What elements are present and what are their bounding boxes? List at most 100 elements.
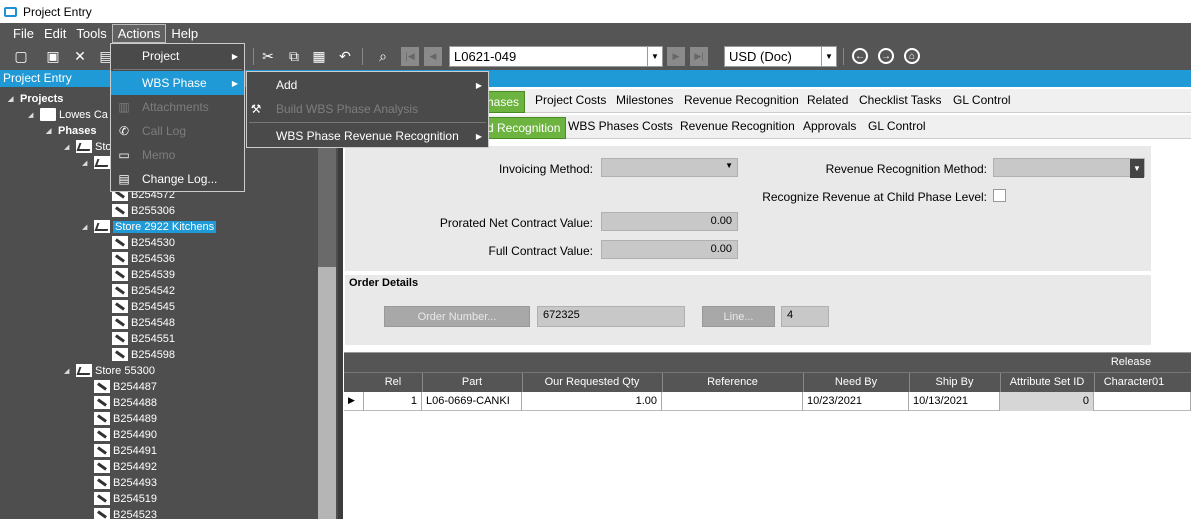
save-icon[interactable]: ▣ bbox=[44, 47, 62, 65]
last-record-icon[interactable]: ▶| bbox=[690, 47, 708, 66]
tab-gl-control[interactable]: GL Control bbox=[953, 93, 1011, 107]
menu-edit[interactable]: Edit bbox=[39, 25, 71, 42]
cell-ship-by[interactable]: 10/13/2021 bbox=[909, 392, 1000, 411]
prorated-value-field[interactable]: 0.00 bbox=[601, 212, 738, 231]
menu-tools[interactable]: Tools bbox=[71, 25, 111, 42]
order-number-field[interactable]: 672325 bbox=[537, 306, 685, 327]
tree-node-store2[interactable]: ◢ Store 2922 Kitchens bbox=[82, 219, 217, 234]
order-number-button[interactable]: Order Number... bbox=[384, 306, 530, 327]
tree-item[interactable]: B254488 bbox=[94, 395, 157, 410]
invoicing-method-dropdown[interactable]: ▼ bbox=[601, 158, 738, 177]
cut-icon[interactable]: ✂ bbox=[259, 47, 277, 65]
tree-item[interactable]: B254539 bbox=[112, 267, 175, 282]
tree-item[interactable]: B254598 bbox=[112, 347, 175, 362]
tree-item[interactable]: B254493 bbox=[94, 475, 157, 490]
col-rel[interactable]: Rel bbox=[364, 376, 422, 388]
menu-file[interactable]: File bbox=[8, 25, 39, 42]
wrench-icon bbox=[112, 252, 128, 265]
forward-icon[interactable]: → bbox=[878, 48, 894, 64]
tab-milestones[interactable]: Milestones bbox=[616, 93, 673, 107]
wrench-icon bbox=[94, 508, 110, 519]
menu-item-wbs-rev-rec[interactable]: WBS Phase Revenue Recognition ▶ bbox=[247, 124, 488, 148]
cell-reference[interactable] bbox=[662, 392, 803, 411]
tab-revenue-recognition[interactable]: Revenue Recognition bbox=[684, 93, 799, 107]
tree-item[interactable]: B254530 bbox=[112, 235, 175, 250]
cell-part[interactable]: L06-0669-CANKI bbox=[422, 392, 522, 411]
tree-item[interactable]: B254523 bbox=[94, 507, 157, 519]
tree-item[interactable]: B255306 bbox=[112, 203, 175, 218]
currency-selector[interactable]: USD (Doc) ▼ bbox=[724, 46, 837, 67]
tree-item[interactable]: B254545 bbox=[112, 299, 175, 314]
back-icon[interactable]: ← bbox=[852, 48, 868, 64]
col-ship-by[interactable]: Ship By bbox=[909, 376, 1000, 388]
tree-item[interactable]: B254487 bbox=[94, 379, 157, 394]
scrollbar-thumb[interactable] bbox=[318, 267, 336, 519]
full-contract-field[interactable]: 0.00 bbox=[601, 240, 738, 259]
tree-item[interactable]: B254542 bbox=[112, 283, 175, 298]
tab-checklist-tasks[interactable]: Checklist Tasks bbox=[859, 93, 941, 107]
tree-node-phases[interactable]: ◢ Phases bbox=[46, 123, 97, 138]
cell-rel[interactable]: 1 bbox=[364, 392, 422, 411]
copy-icon[interactable]: ⧉ bbox=[285, 47, 303, 65]
menu-item-build-wbs[interactable]: ⚒ Build WBS Phase Analysis bbox=[247, 97, 488, 121]
delete-icon[interactable]: ✕ bbox=[71, 47, 89, 65]
menu-item-memo[interactable]: ▭ Memo bbox=[111, 143, 244, 167]
line-field[interactable]: 4 bbox=[781, 306, 829, 327]
chevron-down-icon[interactable]: ▼ bbox=[647, 47, 662, 66]
tab-rev-recognition[interactable]: d Recognition bbox=[481, 117, 567, 139]
tab-related[interactable]: Related bbox=[807, 93, 848, 107]
chevron-down-icon[interactable]: ▼ bbox=[821, 47, 836, 66]
tab-sub-revenue-recognition[interactable]: Revenue Recognition bbox=[680, 119, 795, 133]
undo-icon[interactable]: ↶ bbox=[336, 47, 354, 65]
tree-item[interactable]: B254519 bbox=[94, 491, 157, 506]
cell-character01[interactable] bbox=[1094, 392, 1191, 411]
next-record-icon[interactable]: ▶ bbox=[667, 47, 685, 66]
prev-record-icon[interactable]: ◀ bbox=[424, 47, 442, 66]
menu-item-attachments[interactable]: ▥ Attachments bbox=[111, 95, 244, 119]
tree-item[interactable]: B254548 bbox=[112, 315, 175, 330]
recognize-child-checkbox[interactable] bbox=[993, 189, 1006, 202]
menu-item-wbs-phase[interactable]: WBS Phase ▶ bbox=[111, 71, 244, 95]
menu-item-add[interactable]: Add ▶ bbox=[247, 73, 488, 97]
tab-sub-gl-control[interactable]: GL Control bbox=[868, 119, 926, 133]
col-reference[interactable]: Reference bbox=[662, 376, 803, 388]
cell-need-by[interactable]: 10/23/2021 bbox=[803, 392, 909, 411]
menu-item-change-log[interactable]: ▤ Change Log... bbox=[111, 167, 244, 191]
new-icon[interactable]: ▢ bbox=[12, 47, 30, 65]
tree-item[interactable]: B254551 bbox=[112, 331, 175, 346]
col-qty[interactable]: Our Requested Qty bbox=[522, 376, 662, 388]
tree-node-store1[interactable]: ◢ Sto bbox=[64, 139, 112, 154]
tree-node-project[interactable]: ◢ Lowes Ca bbox=[28, 107, 108, 122]
cell-attr-set[interactable]: 0 bbox=[1000, 392, 1094, 411]
tree-node-store3[interactable]: ◢ Store 55300 bbox=[64, 363, 155, 378]
col-need-by[interactable]: Need By bbox=[803, 376, 909, 388]
cell-qty[interactable]: 1.00 bbox=[522, 392, 662, 411]
col-character01[interactable]: Character01 bbox=[1094, 376, 1174, 388]
paste-icon[interactable]: ▦ bbox=[310, 47, 328, 65]
rev-rec-method-dropdown[interactable]: ▼ bbox=[993, 158, 1145, 178]
tree-item[interactable]: B254492 bbox=[94, 459, 157, 474]
menu-actions[interactable]: Actions bbox=[111, 23, 167, 43]
tab-project-costs[interactable]: Project Costs bbox=[535, 93, 606, 107]
tree-scrollbar[interactable] bbox=[318, 87, 336, 519]
col-part[interactable]: Part bbox=[422, 376, 522, 388]
col-attr-set[interactable]: Attribute Set ID bbox=[1000, 376, 1094, 388]
table-row[interactable]: ▶ 1 L06-0669-CANKI 1.00 10/23/2021 10/13… bbox=[344, 392, 1191, 411]
tree-node-subphase[interactable]: ◢ bbox=[82, 155, 113, 170]
home-icon[interactable]: ⌂ bbox=[904, 48, 920, 64]
tree-item[interactable]: B254536 bbox=[112, 251, 175, 266]
tree-item[interactable]: B254489 bbox=[94, 411, 157, 426]
binoculars-icon[interactable]: ⌕ bbox=[374, 47, 392, 65]
first-record-icon[interactable]: |◀ bbox=[401, 47, 419, 66]
menu-item-project[interactable]: Project ▶ bbox=[111, 44, 244, 68]
tree-node-projects[interactable]: ◢ Projects bbox=[8, 91, 63, 106]
tree-item[interactable]: B254491 bbox=[94, 443, 157, 458]
tree-item[interactable]: B254490 bbox=[94, 427, 157, 442]
menu-help[interactable]: Help bbox=[166, 25, 203, 42]
record-selector[interactable]: L0621-049 ▼ bbox=[449, 46, 663, 67]
menu-item-call-log[interactable]: ✆ Call Log bbox=[111, 119, 244, 143]
tab-approvals[interactable]: Approvals bbox=[803, 119, 856, 133]
row-selector-icon[interactable]: ▶ bbox=[344, 392, 364, 411]
tab-wbs-phases-costs[interactable]: WBS Phases Costs bbox=[568, 119, 673, 133]
line-button[interactable]: Line... bbox=[702, 306, 775, 327]
